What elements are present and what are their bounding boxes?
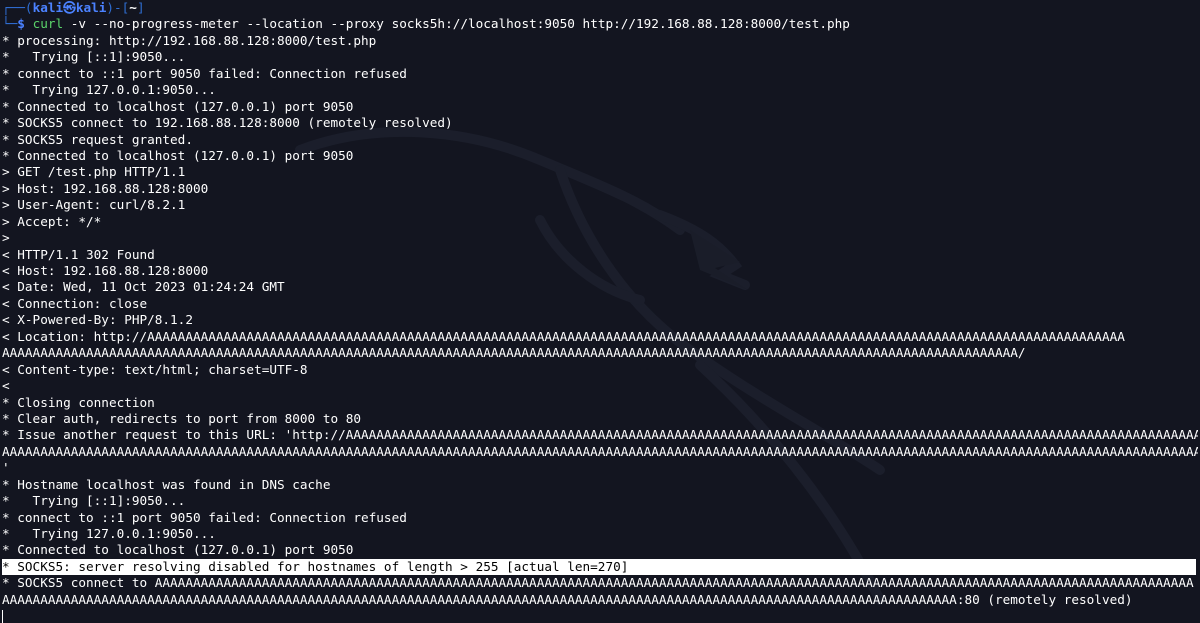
prompt-sigil: $: [17, 16, 25, 32]
output-line: >: [2, 230, 10, 246]
output-line: > GET /test.php HTTP/1.1: [2, 164, 186, 180]
output-line: < Location: http://AAAAAAAAAAAAAAAAAAAAA…: [2, 328, 1125, 344]
output-line: * SOCKS5 connect to 192.168.88.128:8000 …: [2, 115, 453, 131]
output-line: AAAAAAAAAAAAAAAAAAAAAAAAAAAAAAAAAAAAAAAA…: [2, 591, 1133, 607]
output-line: * connect to ::1 port 9050 failed: Conne…: [2, 65, 407, 81]
output-line: < Host: 192.168.88.128:8000: [2, 263, 209, 278]
output-line: * Connected to localhost (127.0.0.1) por…: [2, 98, 354, 114]
command-line: └─$ curl -v --no-progress-meter --locati…: [2, 16, 850, 32]
terminal-window[interactable]: ┌──(kali㉿kali)-[~] └─$ curl -v --no-prog…: [0, 0, 1200, 623]
output-line: * Trying [::1]:9050...: [2, 493, 186, 509]
output-line: < X-Powered-By: PHP/8.1.2: [2, 312, 193, 328]
output-line: * Connected to localhost (127.0.0.1) por…: [2, 542, 354, 558]
output-line: <: [2, 378, 10, 394]
output-line: * Connected to localhost (127.0.0.1) por…: [2, 147, 354, 163]
output-line: * Clear auth, redirects to port from 800…: [2, 410, 362, 426]
output-line: > User-Agent: curl/8.2.1: [2, 197, 186, 213]
command-options: -v --no-progress-meter --location --prox…: [70, 16, 384, 32]
text-cursor: [2, 609, 3, 623]
output-line: < HTTP/1.1 302 Found: [2, 246, 155, 262]
cursor-line[interactable]: [2, 608, 1198, 623]
highlighted-line[interactable]: * SOCKS5: server resolving disabled for …: [2, 558, 1198, 576]
tail-lines: * SOCKS5 connect to AAAAAAAAAAAAAAAAAAAA…: [2, 575, 1198, 608]
output-line: ': [2, 460, 10, 476]
output-line: * processing: http://192.168.88.128:8000…: [2, 32, 377, 48]
output-line: * SOCKS5 request granted.: [2, 131, 193, 147]
output-line: * Issue another request to this URL: 'ht…: [2, 427, 1198, 443]
output-line: * Trying [::1]:9050...: [2, 49, 186, 65]
command-name: curl: [32, 16, 64, 32]
prompt-host: kali: [75, 0, 107, 15]
output-lines: * processing: http://192.168.88.128:8000…: [2, 33, 1198, 559]
selection-highlight: * SOCKS5: server resolving disabled for …: [2, 558, 1196, 576]
output-line: < Content-type: text/html; charset=UTF-8: [2, 361, 308, 377]
output-line: * Closing connection: [2, 394, 155, 410]
prompt-header: ┌──(kali㉿kali)-[~]: [2, 0, 145, 15]
output-line: * Hostname localhost was found in DNS ca…: [2, 476, 331, 492]
output-line: * connect to ::1 port 9050 failed: Conne…: [2, 509, 407, 525]
terminal-output: ┌──(kali㉿kali)-[~] └─$ curl -v --no-prog…: [2, 0, 1198, 623]
output-line: > Host: 192.168.88.128:8000: [2, 180, 209, 196]
output-line: < Date: Wed, 11 Oct 2023 01:24:24 GMT: [2, 279, 285, 295]
output-line: AAAAAAAAAAAAAAAAAAAAAAAAAAAAAAAAAAAAAAAA…: [2, 345, 1026, 361]
output-line: * SOCKS5 connect to AAAAAAAAAAAAAAAAAAAA…: [2, 575, 1194, 591]
output-line: * Trying 127.0.0.1:9050...: [2, 526, 216, 541]
output-line: > Accept: */*: [2, 213, 102, 229]
prompt-user: kali: [32, 0, 64, 15]
prompt-dir: ~: [129, 0, 137, 15]
command-args: socks5h://localhost:9050 http://192.168.…: [391, 16, 850, 32]
output-line: AAAAAAAAAAAAAAAAAAAAAAAAAAAAAAAAAAAAAAAA…: [2, 443, 1198, 459]
output-line: < Connection: close: [2, 295, 148, 311]
output-line: * Trying 127.0.0.1:9050...: [2, 82, 216, 98]
